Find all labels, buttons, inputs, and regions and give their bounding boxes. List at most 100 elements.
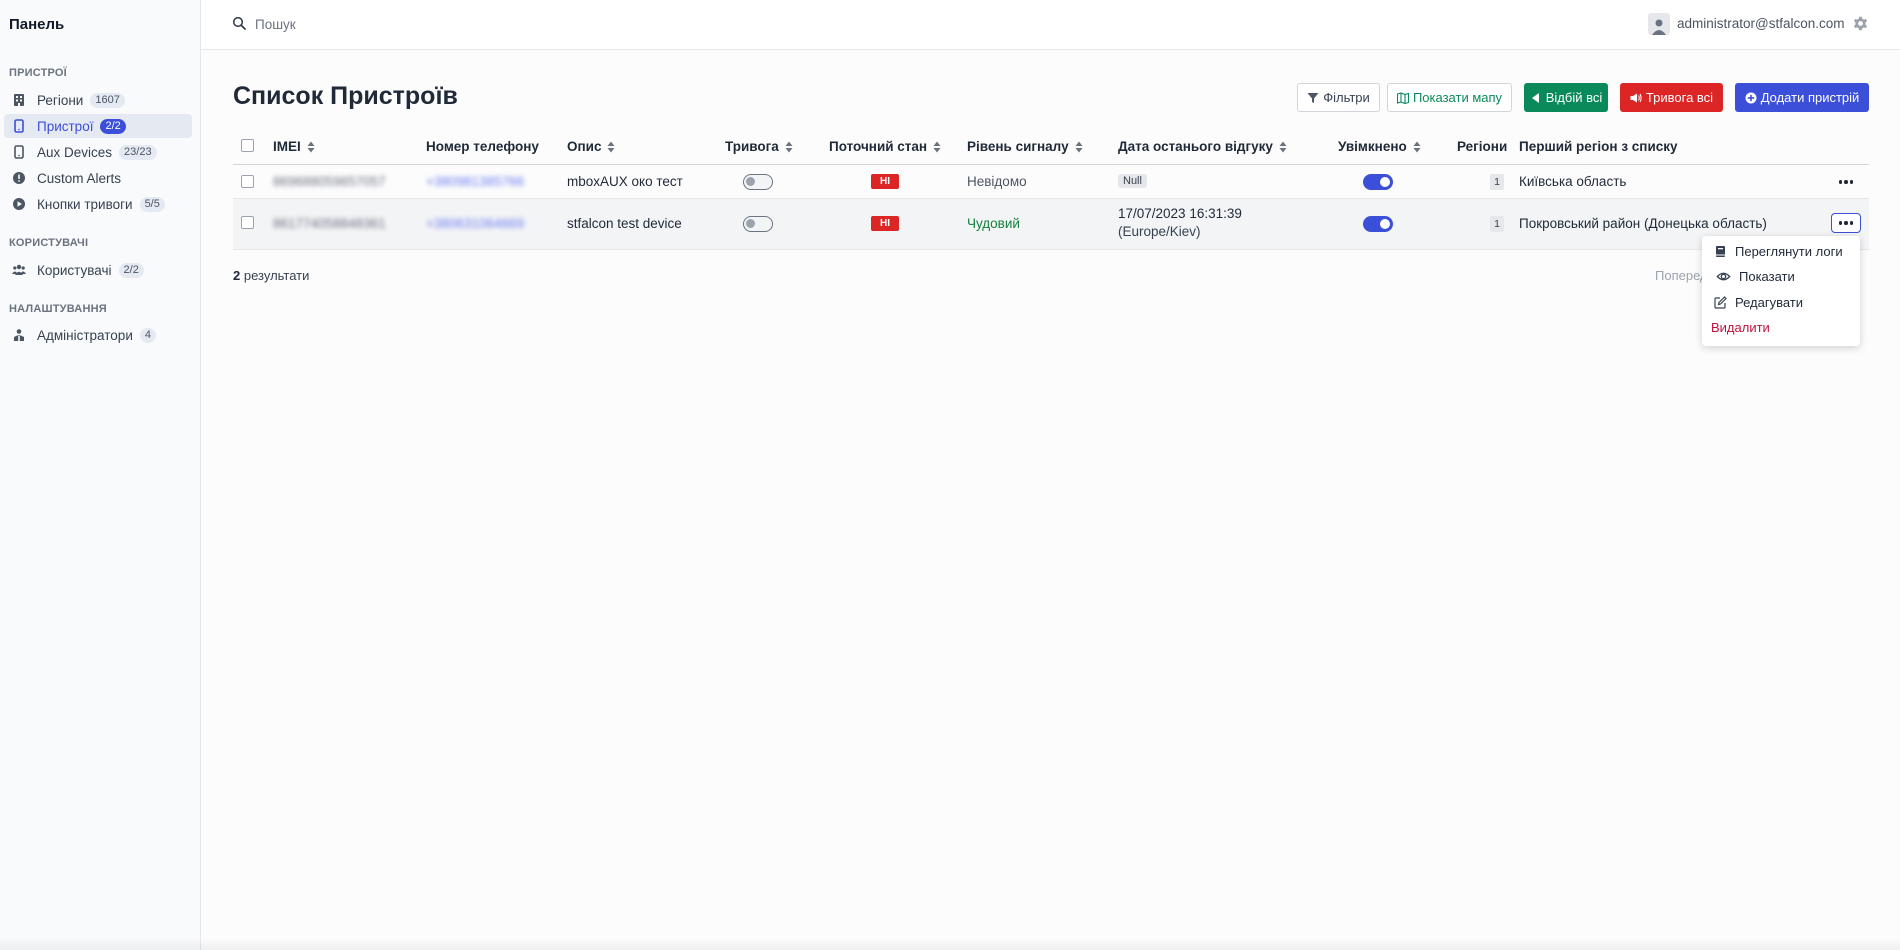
sort-icon	[933, 141, 941, 152]
pagination-prev-label: Попередня	[1655, 268, 1702, 283]
admin-icon	[12, 328, 26, 342]
alarm-toggle[interactable]	[743, 174, 773, 190]
column-header-label: Рівень сигналу	[967, 139, 1069, 154]
column-header-phone: Номер телефону	[426, 139, 539, 154]
sidebar-item-badge: 1607	[90, 92, 125, 108]
sidebar-item-badge: 5/5	[139, 196, 165, 212]
regions-count-badge: 1	[1490, 174, 1504, 190]
column-header-last-response[interactable]: Дата останього відгуку	[1118, 139, 1287, 154]
show-map-button[interactable]: Показати мапу	[1387, 83, 1512, 112]
sidebar-item-users[interactable]: Користувачі 2/2	[4, 258, 192, 282]
section-title-users: КОРИСТУВАЧІ	[9, 237, 89, 249]
cancel-all-button-label: Відбій всі	[1545, 90, 1603, 105]
row-actions-menu: Переглянути логи Показати Редагувати Вид…	[1702, 236, 1860, 346]
sidebar-item-badge: 23/23	[119, 144, 157, 160]
brand-title[interactable]: Панель	[9, 16, 64, 33]
alarm-all-button[interactable]: Тривога всі	[1620, 83, 1723, 112]
column-header-label: Увімкнено	[1338, 139, 1407, 154]
gear-icon[interactable]	[1852, 15, 1869, 32]
sort-icon	[1075, 141, 1083, 152]
signal-cell: Чудовий	[967, 216, 1020, 231]
row-actions-button[interactable]	[1831, 172, 1861, 192]
results-label: результати	[243, 268, 310, 283]
menu-item-show[interactable]: Показати	[1716, 269, 1795, 284]
avatar[interactable]	[1648, 13, 1670, 35]
row-checkbox[interactable]	[241, 216, 254, 229]
edit-icon	[1714, 296, 1727, 309]
results-count: 2 результати	[233, 268, 309, 283]
column-header-label: Тривога	[725, 139, 779, 154]
sidebar-item-label: Регіони	[37, 92, 84, 108]
sidebar-item-label: Пристрої	[37, 118, 94, 134]
add-device-button[interactable]: Додати пристрій	[1735, 83, 1869, 112]
row-checkbox[interactable]	[241, 175, 254, 188]
filters-button-label: Фільтри	[1323, 90, 1370, 105]
sort-icon	[785, 141, 793, 152]
sidebar-item-regions[interactable]: Регіони 1607	[4, 88, 192, 112]
pagination-prev-button[interactable]: Попередня	[1648, 268, 1702, 283]
sidebar-item-badge: 2/2	[100, 118, 126, 134]
column-header-label: Номер телефону	[426, 139, 539, 154]
column-header-description[interactable]: Опис	[567, 139, 615, 154]
menu-item-edit[interactable]: Редагувати	[1714, 295, 1803, 310]
enabled-toggle[interactable]	[1363, 216, 1393, 232]
column-header-alarm[interactable]: Тривога	[725, 139, 793, 154]
bottom-edge	[0, 938, 1900, 950]
menu-item-label: Видалити	[1711, 320, 1770, 335]
alarm-toggle[interactable]	[743, 216, 773, 232]
column-header-label: IMEI	[273, 139, 301, 154]
menu-item-label: Переглянути логи	[1735, 244, 1843, 259]
megaphone-icon	[1630, 93, 1642, 102]
column-header-enabled[interactable]: Увімкнено	[1338, 139, 1421, 154]
sidebar-item-devices[interactable]: Пристрої 2/2	[4, 114, 192, 138]
phone-icon	[12, 145, 26, 159]
sort-icon	[1279, 141, 1287, 152]
sidebar-item-alarm-buttons[interactable]: Кнопки тривоги 5/5	[4, 192, 192, 216]
alarm-all-button-label: Тривога всі	[1645, 90, 1714, 105]
users-icon	[12, 263, 26, 277]
regions-count-badge: 1	[1490, 216, 1504, 232]
enabled-toggle[interactable]	[1363, 174, 1393, 190]
first-region-cell: Покровський район (Донецька область)	[1519, 216, 1767, 231]
first-region-cell: Київська область	[1519, 174, 1627, 189]
column-header-label: Опис	[567, 139, 602, 154]
bell-slash-icon	[1531, 92, 1539, 103]
last-response-date: 17/07/2023 16:31:39	[1118, 206, 1242, 221]
column-header-signal[interactable]: Рівень сигналу	[967, 139, 1083, 154]
menu-item-view-logs[interactable]: Переглянути логи	[1714, 244, 1843, 259]
cancel-all-button[interactable]: Відбій всі	[1524, 83, 1608, 112]
column-header-label: Поточний стан	[829, 139, 928, 154]
sidebar-item-label: Кнопки тривоги	[37, 196, 133, 212]
row-divider	[233, 249, 1869, 250]
column-header-first-region: Перший регіон з списку	[1519, 139, 1678, 154]
plus-circle-icon	[1745, 92, 1757, 103]
imei-cell: 861774058848361	[273, 216, 386, 231]
column-header-state[interactable]: Поточний стан	[829, 139, 941, 154]
sidebar-item-label: Адміністратори	[37, 327, 133, 343]
search-input[interactable]	[255, 13, 655, 35]
phone-link[interactable]: +380981385766	[426, 174, 524, 189]
null-badge: Null	[1118, 174, 1147, 188]
map-icon	[1396, 91, 1409, 104]
filter-icon	[1307, 92, 1319, 103]
phone-link[interactable]: +380631064669	[426, 216, 524, 231]
sidebar-item-admins[interactable]: Адміністратори 4	[4, 323, 192, 347]
sidebar-item-aux-devices[interactable]: Aux Devices 23/23	[4, 140, 192, 164]
column-header-imei[interactable]: IMEI	[273, 139, 315, 154]
row-actions-button[interactable]	[1831, 213, 1861, 233]
signal-cell: Невідомо	[967, 174, 1027, 189]
alert-circle-icon	[12, 171, 26, 185]
state-badge: HI	[871, 174, 899, 189]
menu-item-delete[interactable]: Видалити	[1711, 320, 1770, 335]
sidebar-item-badge: 2/2	[118, 262, 144, 278]
user-email[interactable]: administrator@stfalcon.com	[1677, 16, 1845, 31]
select-all-checkbox[interactable]	[241, 139, 254, 152]
section-title-settings: НАЛАШТУВАННЯ	[9, 303, 107, 315]
sidebar-item-badge: 4	[139, 327, 156, 343]
sidebar-item-custom-alerts[interactable]: Custom Alerts	[4, 166, 192, 190]
sidebar-item-label: Custom Alerts	[37, 170, 122, 186]
sort-icon	[1413, 141, 1421, 152]
filters-button[interactable]: Фільтри	[1297, 83, 1380, 112]
results-number: 2	[233, 268, 241, 283]
user-icon	[1652, 19, 1666, 35]
